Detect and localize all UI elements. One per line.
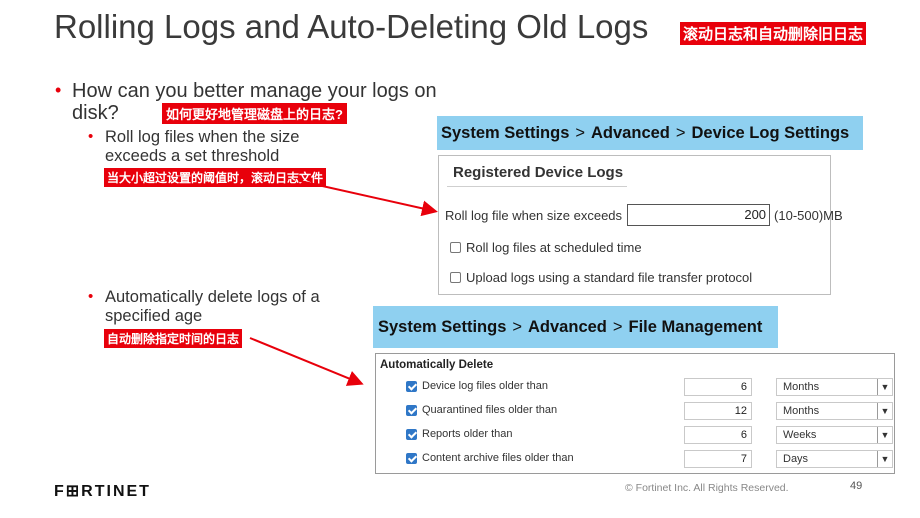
- copyright-text: © Fortinet Inc. All Rights Reserved.: [625, 482, 789, 494]
- arrow-to-auto-delete: [249, 337, 364, 386]
- page-number: 49: [850, 480, 863, 492]
- arrow-to-roll-setting: [299, 180, 438, 217]
- callout-arrows: [249, 180, 438, 386]
- fortinet-logo: F⊞RTINET: [54, 483, 151, 500]
